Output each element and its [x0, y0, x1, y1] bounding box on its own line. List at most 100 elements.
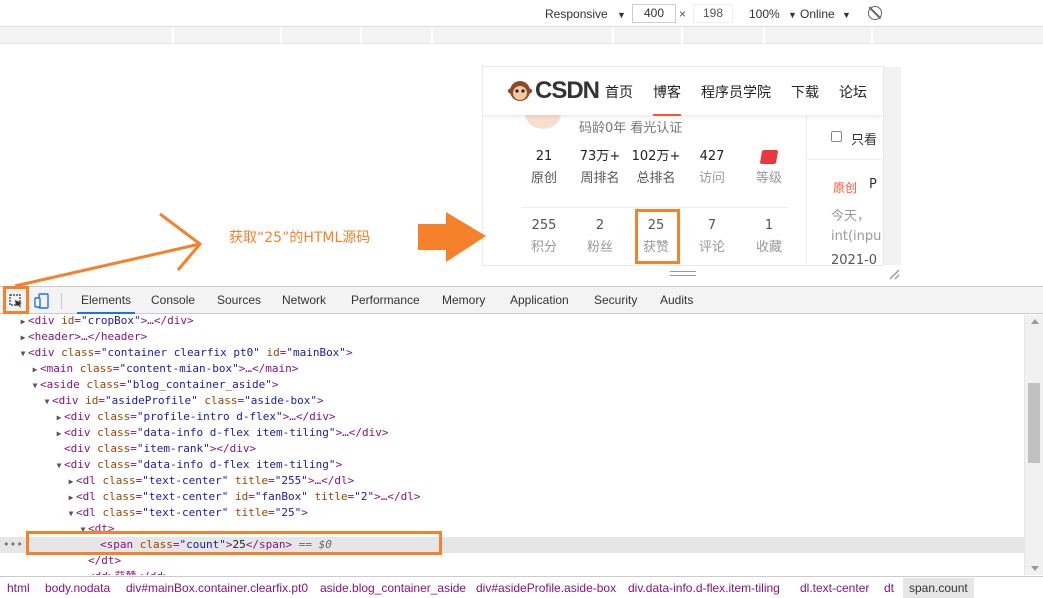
viewport-resize-handle[interactable] [670, 271, 696, 276]
nav-home[interactable]: 首页 [605, 82, 633, 102]
nav-blog[interactable]: 博客 [653, 82, 681, 116]
breadcrumb-item[interactable]: html [7, 581, 30, 595]
tab-audits[interactable]: Audits [660, 293, 693, 307]
nav-academy[interactable]: 程序员学院 [701, 82, 771, 102]
expand-toggle-icon[interactable]: ▼ [42, 394, 52, 410]
dom-node[interactable]: ▶ <dl class="text-center" id="fanBox" tit… [0, 489, 1024, 505]
article-title-fragment[interactable]: P [869, 177, 877, 192]
dom-node[interactable]: ▼ <aside class="blog_container_aside"> [0, 377, 1024, 393]
dom-tag: <dl [76, 506, 96, 519]
tab-security[interactable]: Security [594, 293, 637, 307]
breadcrumb-item[interactable]: div#asideProfile.aside-box [476, 581, 616, 595]
chevron-down-icon: ▼ [788, 10, 797, 20]
dom-node[interactable]: ▼ <div id="asideProfile" class="aside-box… [0, 393, 1024, 409]
resize-corner-icon[interactable] [888, 268, 900, 280]
dom-tag: <dl [76, 474, 96, 487]
stat-weekly-rank[interactable]: 73万+ 周排名 [572, 146, 628, 190]
expand-toggle-icon[interactable]: ▶ [66, 490, 76, 506]
stat-label: 粉丝 [586, 240, 613, 255]
expand-toggle-icon[interactable]: ▼ [18, 346, 28, 362]
stat-fans[interactable]: 2 粉丝 [572, 215, 628, 259]
media-query-ruler[interactable] [0, 27, 1043, 44]
tab-elements[interactable]: Elements [76, 293, 136, 314]
tab-console[interactable]: Console [151, 293, 195, 307]
tab-application[interactable]: Application [510, 293, 569, 307]
times-sign: × [679, 7, 687, 21]
stat-favorites[interactable]: 1 收藏 [741, 215, 797, 259]
rotate-icon[interactable] [868, 6, 882, 20]
viewport-gutter [883, 67, 901, 265]
network-throttle-dropdown[interactable]: Online ▼ [800, 6, 851, 22]
dom-node[interactable]: ▶ <div class="profile-intro d-flex">…</di… [0, 409, 1024, 425]
dom-node[interactable]: ▶<dd>获赞</dd> [0, 569, 1024, 575]
expand-toggle-icon[interactable]: ▼ [30, 378, 40, 394]
expand-toggle-icon[interactable]: ▶ [66, 474, 76, 490]
stat-visits[interactable]: 427 访问 [684, 146, 740, 190]
dom-node[interactable]: ▶ <header>…</header> [0, 329, 1024, 345]
dom-node[interactable]: ▶ <main class="content-mian-box">…</main> [0, 361, 1024, 377]
tab-sources[interactable]: Sources [217, 293, 261, 307]
expand-toggle-icon[interactable]: ▼ [54, 458, 64, 474]
viewport-width-input[interactable]: 400 [632, 4, 676, 23]
dom-node[interactable]: ▼ <div class="data-info d-flex item-tilin… [0, 457, 1024, 473]
stat-comments[interactable]: 7 评论 [684, 215, 740, 259]
expand-toggle-icon[interactable]: ▼ [66, 506, 76, 522]
dom-node[interactable]: ▶ <dl class="text-center" title="255">…</… [0, 473, 1024, 489]
dom-attr-name: class [79, 378, 120, 391]
dom-node[interactable]: ▼ <div class="container clearfix pt0" id=… [0, 345, 1024, 361]
tab-performance[interactable]: Performance [351, 293, 420, 307]
more-options-icon[interactable]: ••• [3, 537, 23, 553]
breadcrumb-item[interactable]: span.count [903, 578, 974, 598]
dom-node[interactable]: <div class="item-rank"></div> [0, 441, 1024, 457]
breadcrumb-item[interactable]: aside.blog_container_aside [320, 581, 466, 595]
expand-toggle-icon[interactable]: ▶ [78, 570, 88, 575]
nav-forum[interactable]: 论坛 [839, 82, 867, 102]
stat-points[interactable]: 255 积分 [516, 215, 572, 259]
original-badge: 原创 [833, 181, 858, 195]
breadcrumb-item[interactable]: div.data-info.d-flex.item-tiling [628, 581, 780, 595]
dom-tag: <div [52, 394, 79, 407]
responsive-label: Responsive [545, 7, 608, 21]
dom-node[interactable]: ▶ <div class="data-info d-flex item-tilin… [0, 425, 1024, 441]
viewport-height-input[interactable]: 198 [693, 4, 733, 23]
tab-memory[interactable]: Memory [442, 293, 485, 307]
dom-attr-value: "blog_container_aside" [126, 378, 272, 391]
expand-toggle-icon[interactable]: ▶ [30, 362, 40, 378]
dom-node[interactable]: ▼ <dl class="text-center" title="25"> [0, 505, 1024, 521]
stat-level[interactable]: 等级 [741, 146, 797, 190]
only-see-checkbox[interactable] [831, 131, 842, 142]
tab-network[interactable]: Network [282, 293, 326, 307]
scroll-down-icon[interactable] [1031, 566, 1039, 571]
nav-download[interactable]: 下载 [791, 82, 819, 102]
expand-toggle-icon[interactable]: ▶ [54, 410, 64, 426]
dom-attr-value: "text-center" [142, 474, 229, 487]
level-badge-icon [759, 150, 779, 164]
dom-attr-eq: = [248, 490, 255, 503]
device-toggle-icon[interactable] [34, 293, 50, 309]
chevron-down-icon: ▼ [842, 10, 851, 20]
dom-attr-name: class [90, 426, 131, 439]
breadcrumb-item[interactable]: dt [884, 581, 894, 595]
dom-tag: >…</dl> [374, 490, 421, 503]
expand-toggle-icon[interactable]: ▶ [18, 315, 28, 330]
dom-tag: > [114, 554, 122, 567]
expand-toggle-icon[interactable]: ▶ [54, 426, 64, 442]
stat-label: 总排名 [636, 171, 676, 186]
breadcrumb-item[interactable]: div#mainBox.container.clearfix.pt0 [126, 581, 308, 595]
dom-attr-value: "2" [354, 490, 375, 503]
stat-total-rank[interactable]: 102万+ 总排名 [628, 146, 684, 190]
dom-node[interactable]: </dt> [0, 553, 1024, 569]
breadcrumb-item[interactable]: dl.text-center [800, 581, 869, 595]
zoom-dropdown[interactable]: 100% ▼ [749, 6, 797, 22]
dom-tree-scrollbar[interactable] [1024, 315, 1043, 575]
scroll-up-icon[interactable] [1031, 319, 1039, 324]
dom-node[interactable]: ▶ <div id="cropBox">…</div> [0, 315, 1024, 329]
csdn-logo[interactable]: CSDN [535, 77, 600, 105]
scrollbar-thumb[interactable] [1028, 383, 1040, 463]
breadcrumb-item[interactable]: body.nodata [45, 581, 110, 595]
responsive-dropdown[interactable]: Responsive ▼ [545, 6, 626, 22]
stat-original[interactable]: 21 原创 [516, 146, 572, 190]
expand-toggle-icon[interactable]: ▶ [18, 330, 28, 346]
dom-tag: > [301, 506, 308, 519]
stat-value: 21 [535, 149, 553, 164]
